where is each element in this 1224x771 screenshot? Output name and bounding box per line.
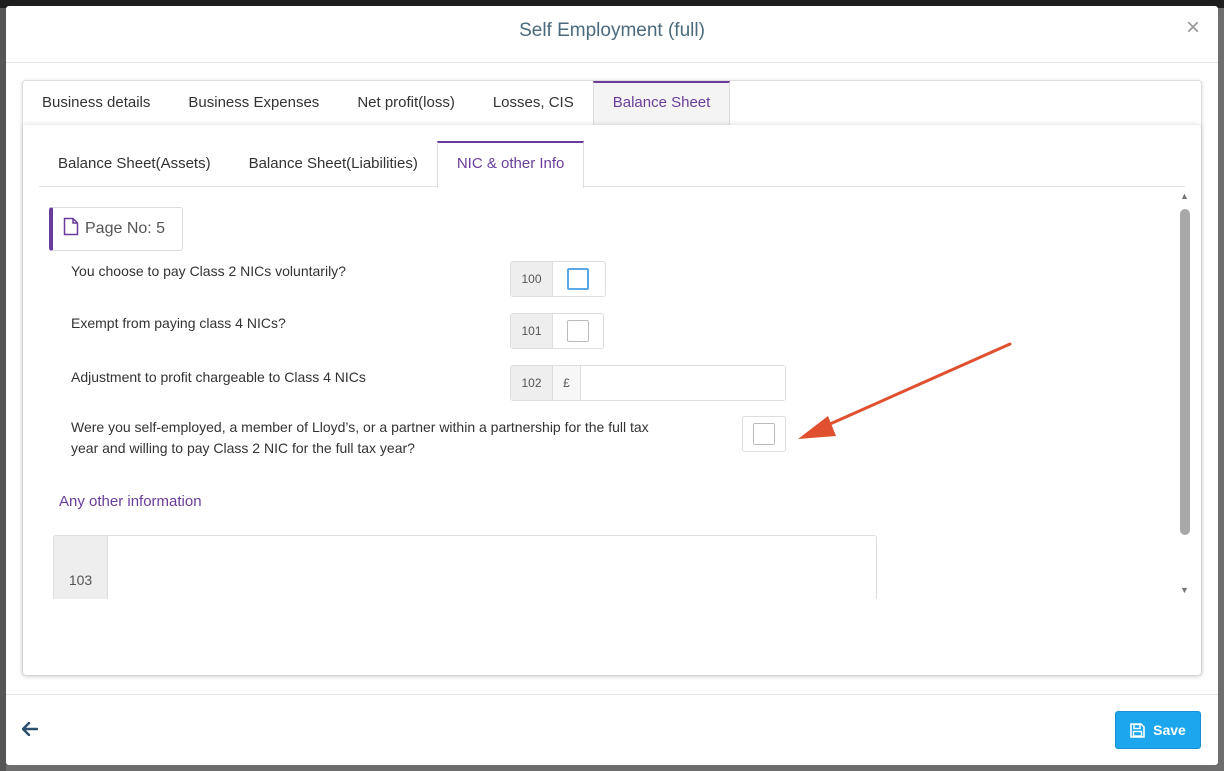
page-number-badge: Page No: 5 (49, 207, 183, 251)
save-label: Save (1153, 722, 1186, 738)
modal-title: Self Employment (full) (519, 20, 705, 41)
document-icon (63, 217, 79, 241)
box-101-group: 101 (510, 313, 604, 349)
self-employment-modal: Self Employment (full) × Business detail… (6, 6, 1218, 765)
arrow-left-icon[interactable] (21, 719, 39, 742)
tab-business-details[interactable]: Business details (23, 81, 169, 125)
scroll-up-icon[interactable]: ▲ (1180, 191, 1189, 201)
currency-symbol: £ (553, 366, 581, 400)
box-102-group: 102 £ (510, 365, 786, 401)
full-year-class2-box (742, 416, 786, 452)
tab-net-profit[interactable]: Net profit(loss) (338, 81, 474, 125)
form-scroll-area[interactable]: Page No: 5 You choose to pay Class 2 NIC… (39, 187, 1201, 599)
scrollbar-thumb[interactable] (1180, 209, 1190, 535)
save-button[interactable]: Save (1115, 711, 1201, 749)
tab-balance-sheet[interactable]: Balance Sheet (592, 81, 731, 125)
box-number: 102 (511, 366, 553, 400)
adjustment-amount-input[interactable] (581, 366, 785, 400)
box-103-group: 103 (53, 535, 877, 599)
question-class2-voluntary: You choose to pay Class 2 NICs voluntari… (71, 263, 346, 279)
vertical-scrollbar[interactable]: ▲ ▼ (1177, 187, 1193, 599)
tab-balance-sheet-liabilities[interactable]: Balance Sheet(Liabilities) (230, 141, 437, 187)
sub-tabs: Balance Sheet(Assets) Balance Sheet(Liab… (39, 141, 1185, 188)
box-100-group: 100 (510, 261, 606, 297)
main-tabs: Business details Business Expenses Net p… (23, 81, 731, 125)
exempt-class4-checkbox[interactable] (567, 320, 589, 342)
other-information-heading: Any other information (59, 493, 202, 510)
question-full-year-class2: Were you self-employed, a member of Lloy… (71, 419, 649, 456)
question-exempt-class4: Exempt from paying class 4 NICs? (71, 315, 286, 331)
page-number-label: Page No: 5 (85, 220, 166, 237)
other-information-textarea[interactable] (108, 536, 876, 599)
full-year-class2-checkbox[interactable] (753, 423, 775, 445)
modal-header: Self Employment (full) × (6, 6, 1218, 63)
modal-footer: Save (6, 694, 1218, 765)
class2-voluntary-checkbox[interactable] (567, 268, 589, 290)
question-adjustment-class4: Adjustment to profit chargeable to Class… (71, 369, 366, 385)
scroll-down-icon[interactable]: ▼ (1180, 585, 1189, 595)
box-number: 100 (511, 262, 553, 296)
balance-sheet-panel: Balance Sheet(Assets) Balance Sheet(Liab… (23, 125, 1201, 675)
tab-losses-cis[interactable]: Losses, CIS (474, 81, 593, 125)
main-card: Business details Business Expenses Net p… (22, 80, 1202, 676)
floppy-disk-icon (1130, 722, 1145, 738)
box-number: 103 (54, 536, 108, 599)
tab-balance-sheet-assets[interactable]: Balance Sheet(Assets) (39, 141, 230, 187)
box-number: 101 (511, 314, 553, 348)
close-icon[interactable]: × (1186, 14, 1200, 42)
tab-nic-other-info[interactable]: NIC & other Info (436, 141, 585, 188)
tab-business-expenses[interactable]: Business Expenses (169, 81, 338, 125)
annotation-arrow (798, 342, 1012, 439)
